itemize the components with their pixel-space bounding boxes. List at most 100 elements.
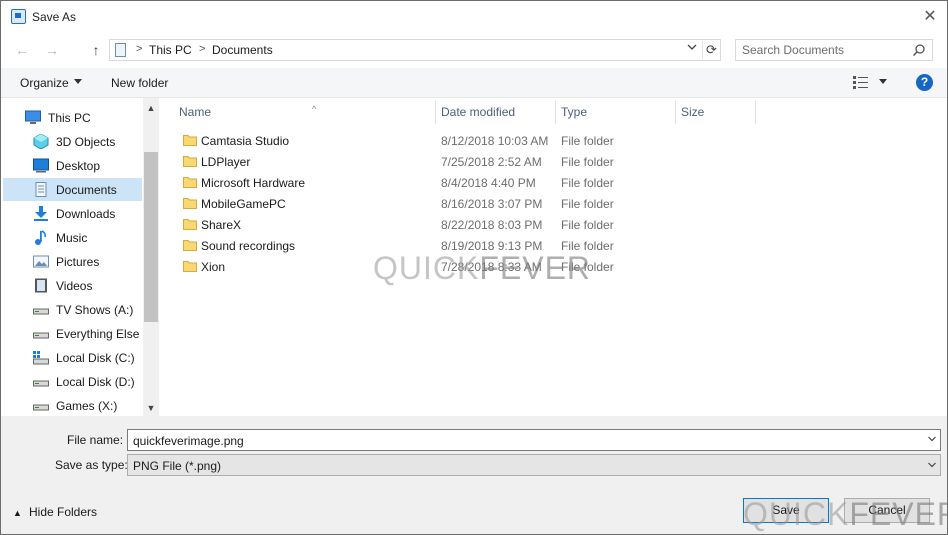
file-row[interactable]: Microsoft Hardware 8/4/2018 4:40 PM File… bbox=[177, 172, 947, 193]
file-row[interactable]: Xion 7/28/2018 8:33 AM File folder bbox=[177, 256, 947, 277]
file-type: File folder bbox=[561, 218, 614, 232]
file-date: 8/19/2018 9:13 PM bbox=[441, 239, 543, 253]
help-icon[interactable]: ? bbox=[916, 74, 933, 91]
view-caret-icon[interactable] bbox=[879, 79, 887, 84]
chevron-down-icon[interactable] bbox=[928, 435, 936, 443]
back-button[interactable]: ← bbox=[13, 41, 31, 59]
forward-button[interactable]: → bbox=[43, 41, 61, 59]
documents-location-icon bbox=[115, 43, 126, 57]
network-drive-icon bbox=[33, 332, 49, 339]
folder-icon bbox=[183, 219, 197, 230]
save-button[interactable]: Save bbox=[743, 498, 829, 523]
sidebar-item-pictures[interactable]: Pictures bbox=[3, 250, 142, 273]
network-drive-icon bbox=[33, 404, 49, 411]
file-row[interactable]: LDPlayer 7/25/2018 2:52 AM File folder bbox=[177, 151, 947, 172]
file-date: 8/4/2018 4:40 PM bbox=[441, 176, 536, 190]
sidebar-item-tv-shows[interactable]: TV Shows (A:) bbox=[3, 298, 142, 321]
folder-icon bbox=[183, 156, 197, 167]
hide-folders-label: Hide Folders bbox=[29, 505, 98, 519]
file-name: Xion bbox=[201, 260, 226, 274]
sidebar-item-label: Downloads bbox=[56, 207, 116, 221]
scrollbar-thumb[interactable] bbox=[144, 152, 158, 322]
sidebar-item-local-disk-d[interactable]: Local Disk (D:) bbox=[3, 370, 142, 393]
music-icon bbox=[35, 230, 46, 245]
sidebar-item-videos[interactable]: Videos bbox=[3, 274, 142, 297]
title-bar: Save As ✕ bbox=[1, 1, 947, 33]
address-bar[interactable]: > This PC > Documents ⟳ bbox=[109, 39, 721, 61]
sidebar-item-music[interactable]: Music bbox=[3, 226, 142, 249]
breadcrumb-separator[interactable]: > bbox=[199, 43, 205, 55]
column-divider[interactable] bbox=[755, 100, 756, 124]
file-row[interactable]: Sound recordings 8/19/2018 9:13 PM File … bbox=[177, 235, 947, 256]
file-name: Microsoft Hardware bbox=[201, 176, 306, 190]
close-button[interactable]: ✕ bbox=[919, 7, 941, 27]
up-button[interactable]: ↑ bbox=[87, 41, 105, 59]
file-type: File folder bbox=[561, 176, 614, 190]
file-row[interactable]: MobileGamePC 8/16/2018 3:07 PM File fold… bbox=[177, 193, 947, 214]
search-icon[interactable] bbox=[912, 43, 926, 57]
sidebar-item-this-pc[interactable]: This PC bbox=[3, 106, 142, 129]
view-options-icon[interactable] bbox=[853, 76, 869, 89]
sidebar-item-3d-objects[interactable]: 3D Objects bbox=[3, 130, 142, 153]
downloads-icon bbox=[34, 206, 48, 221]
filename-input[interactable] bbox=[133, 433, 913, 448]
videos-icon bbox=[35, 278, 47, 293]
filename-label: File name: bbox=[67, 433, 124, 447]
file-row[interactable]: Camtasia Studio 8/12/2018 10:03 AM File … bbox=[177, 130, 947, 151]
search-input[interactable] bbox=[742, 42, 910, 58]
file-date: 7/25/2018 2:52 AM bbox=[441, 155, 542, 169]
sidebar-item-label: Music bbox=[56, 231, 88, 245]
save-dialog-icon bbox=[11, 9, 26, 24]
pictures-icon bbox=[33, 255, 49, 268]
file-name: LDPlayer bbox=[201, 155, 251, 169]
breadcrumb-documents[interactable]: Documents bbox=[212, 43, 273, 57]
chevron-down-icon bbox=[687, 44, 697, 50]
sidebar-item-games[interactable]: Games (X:) bbox=[3, 394, 142, 417]
column-header-size[interactable]: Size bbox=[675, 98, 755, 124]
address-history-chevron-icon[interactable] bbox=[684, 41, 700, 59]
network-drive-icon bbox=[33, 308, 49, 315]
save-as-dialog: Save As ✕ ← → ↑ > This PC > Documents ⟳ … bbox=[0, 0, 948, 535]
file-row[interactable]: ShareX 8/22/2018 8:03 PM File folder bbox=[177, 214, 947, 235]
chevron-up-icon: ▲ bbox=[13, 508, 22, 518]
file-name: Camtasia Studio bbox=[201, 134, 290, 148]
sidebar-item-label: Games (X:) bbox=[56, 399, 118, 413]
filetype-select[interactable]: PNG File (*.png) bbox=[127, 454, 941, 476]
column-header-label: Name bbox=[179, 105, 212, 119]
scroll-down-arrow-icon[interactable]: ▼ bbox=[143, 400, 159, 416]
navigation-pane: This PC 3D Objects Desktop Documents Dow… bbox=[1, 98, 159, 416]
refresh-button[interactable]: ⟳ bbox=[702, 41, 720, 59]
breadcrumb-this-pc[interactable]: This PC bbox=[149, 43, 192, 57]
sidebar-item-downloads[interactable]: Downloads bbox=[3, 202, 142, 225]
file-date: 7/28/2018 8:33 AM bbox=[441, 260, 542, 274]
navigation-scrollbar[interactable]: ▲ ▼ bbox=[143, 98, 159, 416]
filename-field[interactable] bbox=[127, 429, 941, 451]
search-box[interactable] bbox=[735, 39, 933, 61]
sidebar-item-local-disk-c[interactable]: Local Disk (C:) bbox=[3, 346, 142, 369]
file-date: 8/22/2018 8:03 PM bbox=[441, 218, 543, 232]
column-header-name[interactable]: Name ^ bbox=[173, 98, 435, 124]
file-name: Sound recordings bbox=[201, 239, 296, 253]
hide-folders-button[interactable]: ▲ Hide Folders bbox=[13, 505, 97, 519]
cancel-button[interactable]: Cancel bbox=[844, 498, 930, 523]
sidebar-item-label: Documents bbox=[56, 183, 117, 197]
file-date: 8/16/2018 3:07 PM bbox=[441, 197, 543, 211]
column-header-type[interactable]: Type bbox=[555, 98, 675, 124]
file-list: Name ^ Date modified Type Size Camtasia … bbox=[161, 98, 947, 416]
file-type: File folder bbox=[561, 260, 614, 274]
file-date: 8/12/2018 10:03 AM bbox=[441, 134, 549, 148]
filetype-label: Save as type: bbox=[55, 458, 128, 472]
scroll-up-arrow-icon[interactable]: ▲ bbox=[143, 100, 159, 116]
filetype-value: PNG File (*.png) bbox=[133, 459, 222, 473]
column-header-date-modified[interactable]: Date modified bbox=[435, 98, 555, 124]
chevron-down-icon[interactable] bbox=[928, 461, 936, 469]
sidebar-item-label: Local Disk (D:) bbox=[56, 375, 135, 389]
sidebar-item-desktop[interactable]: Desktop bbox=[3, 154, 142, 177]
sidebar-item-everything-else[interactable]: Everything Else ( bbox=[3, 322, 147, 345]
folder-icon bbox=[183, 135, 197, 146]
organize-caret-icon[interactable] bbox=[74, 79, 82, 84]
sort-ascending-icon: ^ bbox=[312, 104, 317, 114]
sidebar-item-documents[interactable]: Documents bbox=[3, 178, 142, 201]
new-folder-button[interactable]: New folder bbox=[111, 76, 168, 90]
organize-button[interactable]: Organize bbox=[20, 76, 69, 90]
